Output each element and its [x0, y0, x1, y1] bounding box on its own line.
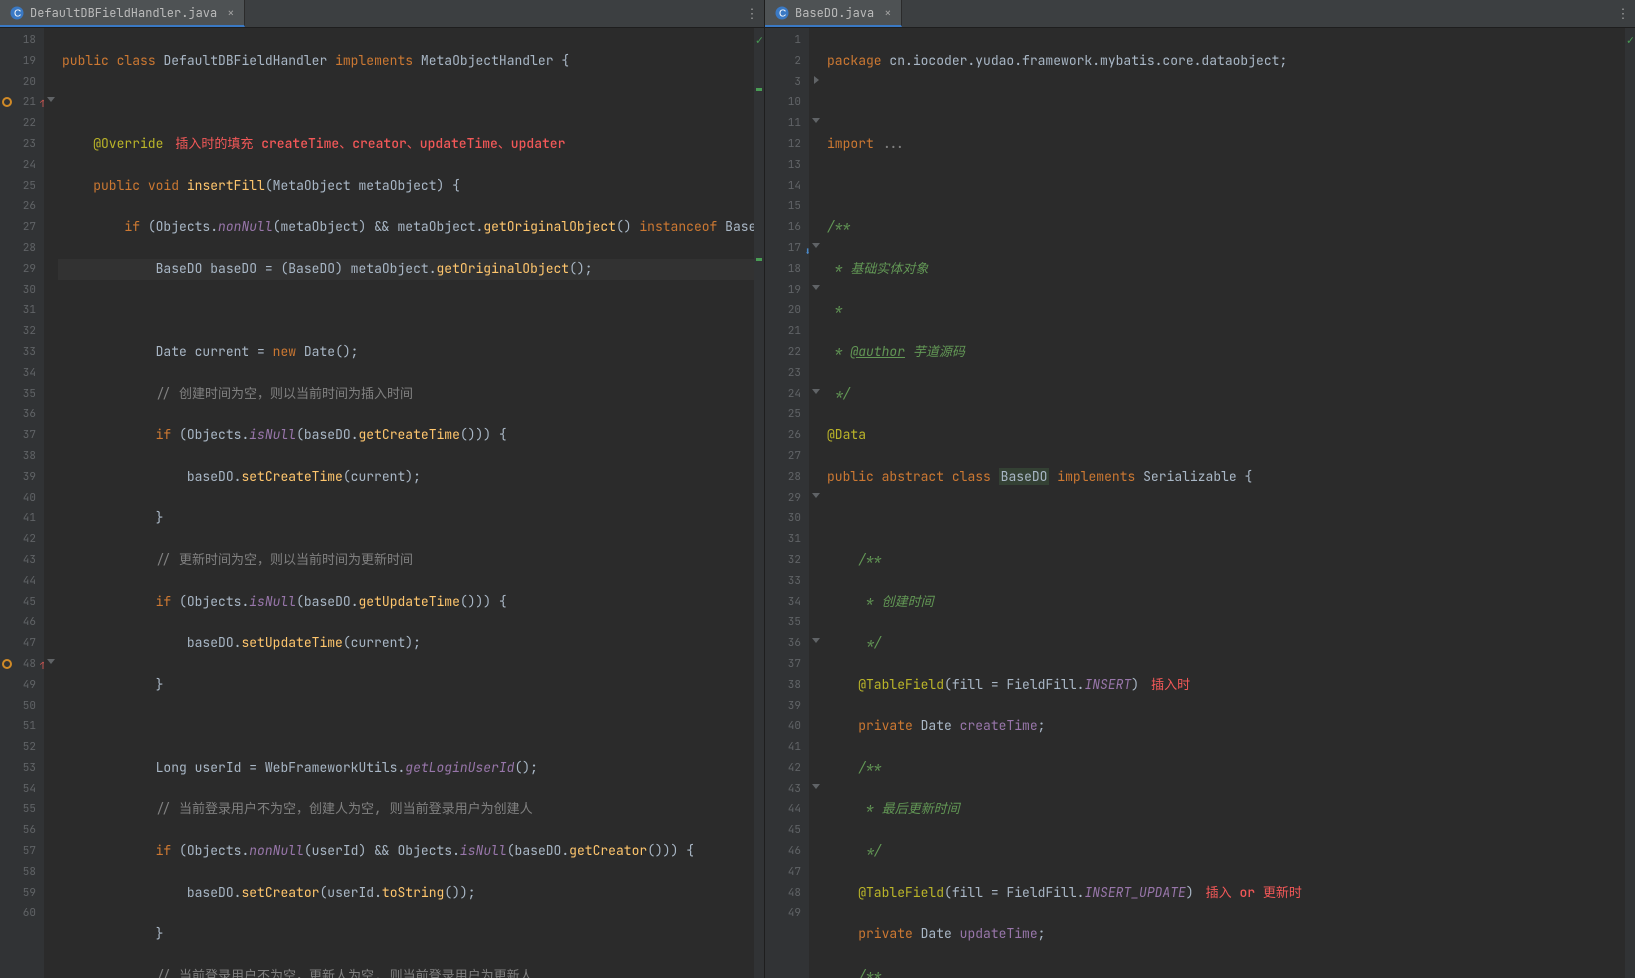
r-line-19[interactable]: /**	[823, 550, 1635, 571]
callout-insert-update: 插入 or 更新时	[1206, 884, 1302, 901]
marker-strip-left[interactable]: ✓	[754, 28, 764, 978]
line-19[interactable]	[58, 92, 764, 113]
close-icon[interactable]: ×	[227, 5, 234, 21]
r-line-11[interactable]: /**	[823, 217, 1635, 238]
r-line-17[interactable]: public abstract class BaseDO implements …	[823, 467, 1635, 488]
close-icon[interactable]: ×	[884, 5, 891, 21]
r-line-2[interactable]	[823, 92, 1635, 113]
r-line-29[interactable]: /**	[823, 966, 1635, 978]
tab-default-db-field-handler[interactable]: C DefaultDBFieldHandler.java ×	[0, 0, 245, 27]
line-21[interactable]: public void insertFill(MetaObject metaOb…	[58, 176, 764, 197]
r-line-26[interactable]: */	[823, 841, 1635, 862]
java-class-icon: C	[10, 6, 24, 20]
r-line-28[interactable]: private Date updateTime;	[823, 924, 1635, 945]
line-31[interactable]: if (Objects.isNull(baseDO.getUpdateTime(…	[58, 592, 764, 613]
inspection-ok-icon[interactable]: ✓	[1627, 32, 1634, 48]
svg-text:C: C	[14, 8, 21, 19]
line-40[interactable]: // 当前登录用户不为空，更新人为空, 则当前登录用户为更新人	[58, 966, 764, 978]
r-line-27[interactable]: @TableField(fill = FieldFill.INSERT_UPDA…	[823, 883, 1635, 904]
r-line-25[interactable]: * 最后更新时间	[823, 799, 1635, 820]
r-line-1[interactable]: package cn.iocoder.yudao.framework.mybat…	[823, 51, 1635, 72]
fold-column-right	[809, 28, 823, 978]
line-32[interactable]: baseDO.setUpdateTime(current);	[58, 633, 764, 654]
inspection-ok-icon[interactable]: ✓	[756, 32, 763, 48]
gutter-right: 123 101112 131415 16 17⬇ 181920 212223 2…	[765, 28, 809, 978]
editor-pane-left: C DefaultDBFieldHandler.java × ⋮ 18 19 2…	[0, 0, 765, 978]
line-24[interactable]	[58, 300, 764, 321]
r-line-22[interactable]: @TableField(fill = FieldFill.INSERT)插入时	[823, 675, 1635, 696]
tab-filename: DefaultDBFieldHandler.java	[30, 5, 217, 21]
line-26[interactable]: // 创建时间为空，则以当前时间为插入时间	[58, 384, 764, 405]
java-class-icon: C	[775, 6, 789, 20]
tab-bar-right: C BaseDO.java × ⋮	[765, 0, 1635, 28]
r-line-23[interactable]: private Date createTime;	[823, 716, 1635, 737]
tab-base-do[interactable]: C BaseDO.java ×	[765, 0, 902, 27]
line-35[interactable]: Long userId = WebFrameworkUtils.getLogin…	[58, 758, 764, 779]
r-line-14[interactable]: * @author 芋道源码	[823, 342, 1635, 363]
editor-left[interactable]: 18 19 20 21↑ 22 23 24 25 26 27 28 29 30 …	[0, 28, 764, 978]
code-right[interactable]: package cn.iocoder.yudao.framework.mybat…	[823, 28, 1635, 978]
r-line-10[interactable]	[823, 176, 1635, 197]
line-36[interactable]: // 当前登录用户不为空，创建人为空, 则当前登录用户为创建人	[58, 799, 764, 820]
override-gutter-icon[interactable]	[2, 97, 12, 107]
fold-column-left	[44, 28, 58, 978]
line-29[interactable]: }	[58, 508, 764, 529]
line-30[interactable]: // 更新时间为空，则以当前时间为更新时间	[58, 550, 764, 571]
editor-right[interactable]: 123 101112 131415 16 17⬇ 181920 212223 2…	[765, 28, 1635, 978]
line-23[interactable]: BaseDO baseDO = (BaseDO) metaObject.getO…	[58, 259, 764, 280]
r-line-15[interactable]: */	[823, 384, 1635, 405]
line-22[interactable]: if (Objects.nonNull(metaObject) && metaO…	[58, 217, 764, 238]
r-line-18[interactable]	[823, 508, 1635, 529]
line-25[interactable]: Date current = new Date();	[58, 342, 764, 363]
line-37[interactable]: if (Objects.nonNull(userId) && Objects.i…	[58, 841, 764, 862]
override-gutter-icon[interactable]	[2, 659, 12, 669]
code-left[interactable]: public class DefaultDBFieldHandler imple…	[58, 28, 764, 978]
r-line-16[interactable]: @Data	[823, 425, 1635, 446]
line-34[interactable]	[58, 716, 764, 737]
line-38[interactable]: baseDO.setCreator(userId.toString());	[58, 883, 764, 904]
line-27[interactable]: if (Objects.isNull(baseDO.getCreateTime(…	[58, 425, 764, 446]
r-line-3[interactable]: import ...	[823, 134, 1635, 155]
tab-bar-more-icon[interactable]: ⋮	[1611, 0, 1635, 27]
tab-bar-left: C DefaultDBFieldHandler.java × ⋮	[0, 0, 764, 28]
line-28[interactable]: baseDO.setCreateTime(current);	[58, 467, 764, 488]
marker-strip-right[interactable]: ✓	[1625, 28, 1635, 978]
tab-bar-more-icon[interactable]: ⋮	[740, 0, 764, 27]
r-line-20[interactable]: * 创建时间	[823, 592, 1635, 613]
r-line-12[interactable]: * 基础实体对象	[823, 259, 1635, 280]
gutter-left: 18 19 20 21↑ 22 23 24 25 26 27 28 29 30 …	[0, 28, 44, 978]
line-18[interactable]: public class DefaultDBFieldHandler imple…	[58, 51, 764, 72]
line-39[interactable]: }	[58, 924, 764, 945]
svg-text:C: C	[779, 8, 786, 19]
editor-pane-right: C BaseDO.java × ⋮ 123 101112 131415 16 1…	[765, 0, 1635, 978]
r-line-13[interactable]: *	[823, 300, 1635, 321]
r-line-24[interactable]: /**	[823, 758, 1635, 779]
line-33[interactable]: }	[58, 675, 764, 696]
tab-filename: BaseDO.java	[795, 5, 874, 21]
line-20[interactable]: @Override插入时的填充 createTime、creator、updat…	[58, 134, 764, 155]
r-line-21[interactable]: */	[823, 633, 1635, 654]
callout-insert: 插入时的填充 createTime、creator、updateTime、upd…	[175, 135, 565, 152]
callout-insert-only: 插入时	[1151, 676, 1190, 693]
